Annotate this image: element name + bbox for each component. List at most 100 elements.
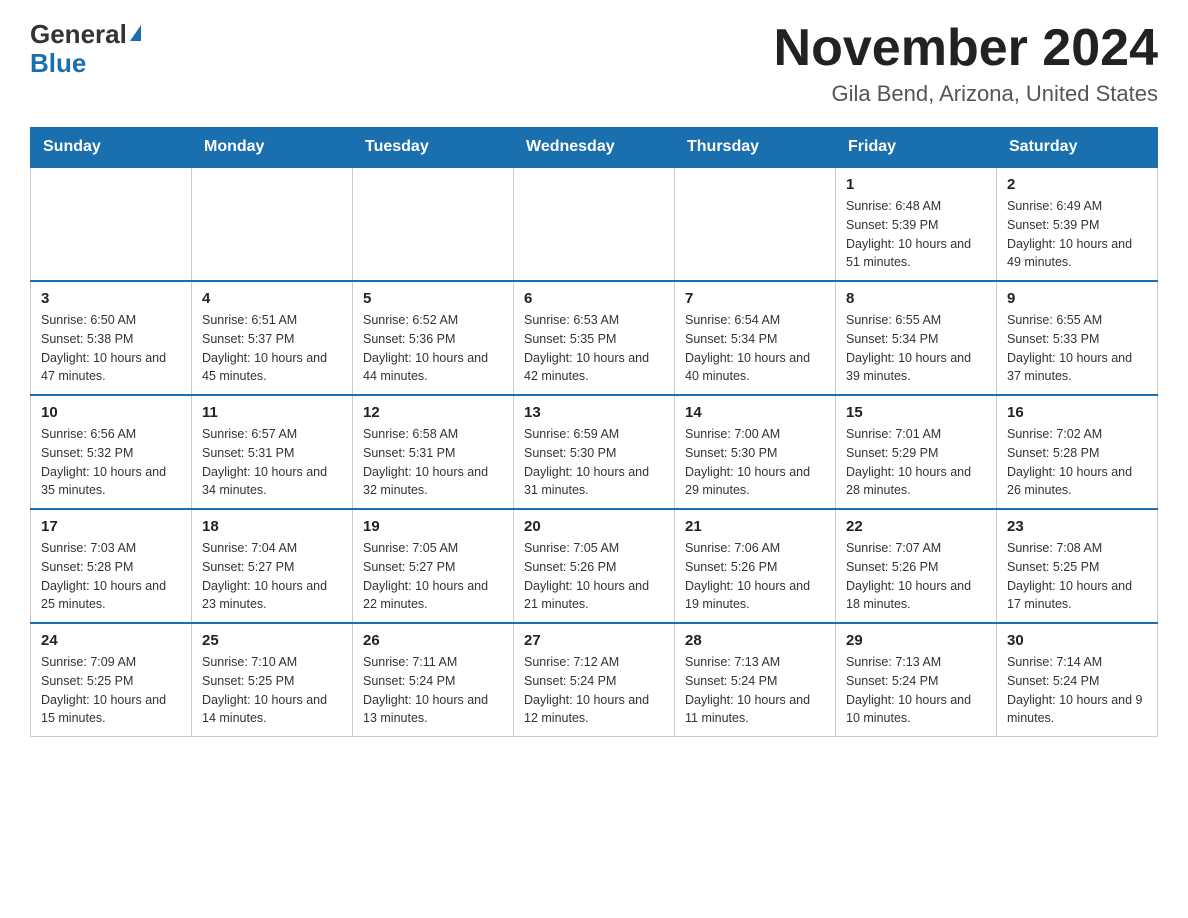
day-number: 4 xyxy=(202,290,342,307)
day-info: Sunrise: 6:54 AM Sunset: 5:34 PM Dayligh… xyxy=(685,311,825,386)
weekday-header-wednesday: Wednesday xyxy=(514,128,675,168)
day-number: 23 xyxy=(1007,518,1147,535)
day-info: Sunrise: 6:57 AM Sunset: 5:31 PM Dayligh… xyxy=(202,425,342,500)
day-number: 22 xyxy=(846,518,986,535)
day-info: Sunrise: 6:53 AM Sunset: 5:35 PM Dayligh… xyxy=(524,311,664,386)
calendar-cell: 25 Sunrise: 7:10 AM Sunset: 5:25 PM Dayli… xyxy=(192,623,353,737)
logo-blue: Blue xyxy=(30,48,86,78)
day-info: Sunrise: 6:51 AM Sunset: 5:37 PM Dayligh… xyxy=(202,311,342,386)
logo: General Blue xyxy=(30,20,141,77)
logo-general: General xyxy=(30,20,127,49)
calendar-cell: 17 Sunrise: 7:03 AM Sunset: 5:28 PM Dayli… xyxy=(31,509,192,623)
day-info: Sunrise: 6:55 AM Sunset: 5:34 PM Dayligh… xyxy=(846,311,986,386)
day-number: 8 xyxy=(846,290,986,307)
day-number: 7 xyxy=(685,290,825,307)
day-number: 5 xyxy=(363,290,503,307)
day-info: Sunrise: 7:14 AM Sunset: 5:24 PM Dayligh… xyxy=(1007,653,1147,728)
calendar-cell: 29Sunrise: 7:13 AM Sunset: 5:24 PM Dayli… xyxy=(836,623,997,737)
day-info: Sunrise: 7:05 AM Sunset: 5:27 PM Dayligh… xyxy=(363,539,503,614)
calendar-cell: 20Sunrise: 7:05 AM Sunset: 5:26 PM Dayli… xyxy=(514,509,675,623)
day-info: Sunrise: 6:50 AM Sunset: 5:38 PM Dayligh… xyxy=(41,311,181,386)
day-info: Sunrise: 7:03 AM Sunset: 5:28 PM Dayligh… xyxy=(41,539,181,614)
day-number: 12 xyxy=(363,404,503,421)
weekday-header-saturday: Saturday xyxy=(997,128,1158,168)
day-info: Sunrise: 7:02 AM Sunset: 5:28 PM Dayligh… xyxy=(1007,425,1147,500)
day-info: Sunrise: 7:05 AM Sunset: 5:26 PM Dayligh… xyxy=(524,539,664,614)
week-row-5: 24 Sunrise: 7:09 AM Sunset: 5:25 PM Dayli… xyxy=(31,623,1158,737)
day-number: 1 xyxy=(846,176,986,193)
calendar-table: SundayMondayTuesdayWednesdayThursdayFrid… xyxy=(30,127,1158,737)
day-number: 21 xyxy=(685,518,825,535)
calendar-cell: 27Sunrise: 7:12 AM Sunset: 5:24 PM Dayli… xyxy=(514,623,675,737)
calendar-cell: 4 Sunrise: 6:51 AM Sunset: 5:37 PM Daylig… xyxy=(192,281,353,395)
calendar-cell xyxy=(514,167,675,281)
day-info: Sunrise: 6:49 AM Sunset: 5:39 PM Dayligh… xyxy=(1007,197,1147,272)
calendar-cell: 15 Sunrise: 7:01 AM Sunset: 5:29 PM Dayli… xyxy=(836,395,997,509)
calendar-cell: 23 Sunrise: 7:08 AM Sunset: 5:25 PM Dayli… xyxy=(997,509,1158,623)
day-number: 15 xyxy=(846,404,986,421)
day-info: Sunrise: 7:10 AM Sunset: 5:25 PM Dayligh… xyxy=(202,653,342,728)
calendar-cell xyxy=(353,167,514,281)
calendar-cell: 6 Sunrise: 6:53 AM Sunset: 5:35 PM Daylig… xyxy=(514,281,675,395)
day-number: 14 xyxy=(685,404,825,421)
day-info: Sunrise: 7:08 AM Sunset: 5:25 PM Dayligh… xyxy=(1007,539,1147,614)
weekday-header-tuesday: Tuesday xyxy=(353,128,514,168)
day-number: 9 xyxy=(1007,290,1147,307)
calendar-cell: 24 Sunrise: 7:09 AM Sunset: 5:25 PM Dayli… xyxy=(31,623,192,737)
day-info: Sunrise: 7:13 AM Sunset: 5:24 PM Dayligh… xyxy=(846,653,986,728)
calendar-cell: 26 Sunrise: 7:11 AM Sunset: 5:24 PM Dayli… xyxy=(353,623,514,737)
day-number: 28 xyxy=(685,632,825,649)
day-info: Sunrise: 7:04 AM Sunset: 5:27 PM Dayligh… xyxy=(202,539,342,614)
day-number: 17 xyxy=(41,518,181,535)
day-info: Sunrise: 6:48 AM Sunset: 5:39 PM Dayligh… xyxy=(846,197,986,272)
day-info: Sunrise: 6:56 AM Sunset: 5:32 PM Dayligh… xyxy=(41,425,181,500)
calendar-cell xyxy=(675,167,836,281)
calendar-cell: 7 Sunrise: 6:54 AM Sunset: 5:34 PM Daylig… xyxy=(675,281,836,395)
logo-triangle-icon xyxy=(130,25,141,41)
day-number: 26 xyxy=(363,632,503,649)
header: General Blue November 2024 Gila Bend, Ar… xyxy=(30,20,1158,107)
day-info: Sunrise: 7:06 AM Sunset: 5:26 PM Dayligh… xyxy=(685,539,825,614)
day-info: Sunrise: 6:59 AM Sunset: 5:30 PM Dayligh… xyxy=(524,425,664,500)
calendar-cell: 11Sunrise: 6:57 AM Sunset: 5:31 PM Dayli… xyxy=(192,395,353,509)
day-number: 18 xyxy=(202,518,342,535)
calendar-cell: 9 Sunrise: 6:55 AM Sunset: 5:33 PM Daylig… xyxy=(997,281,1158,395)
day-info: Sunrise: 6:55 AM Sunset: 5:33 PM Dayligh… xyxy=(1007,311,1147,386)
day-info: Sunrise: 7:01 AM Sunset: 5:29 PM Dayligh… xyxy=(846,425,986,500)
day-info: Sunrise: 7:00 AM Sunset: 5:30 PM Dayligh… xyxy=(685,425,825,500)
calendar-cell: 3Sunrise: 6:50 AM Sunset: 5:38 PM Daylig… xyxy=(31,281,192,395)
calendar-subtitle: Gila Bend, Arizona, United States xyxy=(774,81,1158,107)
day-number: 13 xyxy=(524,404,664,421)
calendar-cell: 2Sunrise: 6:49 AM Sunset: 5:39 PM Daylig… xyxy=(997,167,1158,281)
calendar-cell: 12 Sunrise: 6:58 AM Sunset: 5:31 PM Dayli… xyxy=(353,395,514,509)
calendar-title: November 2024 xyxy=(774,20,1158,77)
day-number: 16 xyxy=(1007,404,1147,421)
calendar-cell: 14 Sunrise: 7:00 AM Sunset: 5:30 PM Dayli… xyxy=(675,395,836,509)
weekday-header-friday: Friday xyxy=(836,128,997,168)
week-row-4: 17 Sunrise: 7:03 AM Sunset: 5:28 PM Dayli… xyxy=(31,509,1158,623)
day-number: 25 xyxy=(202,632,342,649)
calendar-cell xyxy=(192,167,353,281)
day-number: 10 xyxy=(41,404,181,421)
calendar-cell: 10 Sunrise: 6:56 AM Sunset: 5:32 PM Dayli… xyxy=(31,395,192,509)
calendar-cell: 30Sunrise: 7:14 AM Sunset: 5:24 PM Dayli… xyxy=(997,623,1158,737)
day-info: Sunrise: 6:58 AM Sunset: 5:31 PM Dayligh… xyxy=(363,425,503,500)
weekday-header-monday: Monday xyxy=(192,128,353,168)
title-area: November 2024 Gila Bend, Arizona, United… xyxy=(774,20,1158,107)
day-info: Sunrise: 7:11 AM Sunset: 5:24 PM Dayligh… xyxy=(363,653,503,728)
day-info: Sunrise: 7:12 AM Sunset: 5:24 PM Dayligh… xyxy=(524,653,664,728)
day-info: Sunrise: 6:52 AM Sunset: 5:36 PM Dayligh… xyxy=(363,311,503,386)
week-row-1: 1 Sunrise: 6:48 AM Sunset: 5:39 PM Daylig… xyxy=(31,167,1158,281)
calendar-cell xyxy=(31,167,192,281)
calendar-cell: 13 Sunrise: 6:59 AM Sunset: 5:30 PM Dayli… xyxy=(514,395,675,509)
day-info: Sunrise: 7:07 AM Sunset: 5:26 PM Dayligh… xyxy=(846,539,986,614)
day-info: Sunrise: 7:09 AM Sunset: 5:25 PM Dayligh… xyxy=(41,653,181,728)
day-number: 24 xyxy=(41,632,181,649)
weekday-header-thursday: Thursday xyxy=(675,128,836,168)
calendar-cell: 8 Sunrise: 6:55 AM Sunset: 5:34 PM Daylig… xyxy=(836,281,997,395)
calendar-cell: 19Sunrise: 7:05 AM Sunset: 5:27 PM Dayli… xyxy=(353,509,514,623)
calendar-cell: 16 Sunrise: 7:02 AM Sunset: 5:28 PM Dayli… xyxy=(997,395,1158,509)
weekday-header-row: SundayMondayTuesdayWednesdayThursdayFrid… xyxy=(31,128,1158,168)
day-info: Sunrise: 7:13 AM Sunset: 5:24 PM Dayligh… xyxy=(685,653,825,728)
day-number: 6 xyxy=(524,290,664,307)
